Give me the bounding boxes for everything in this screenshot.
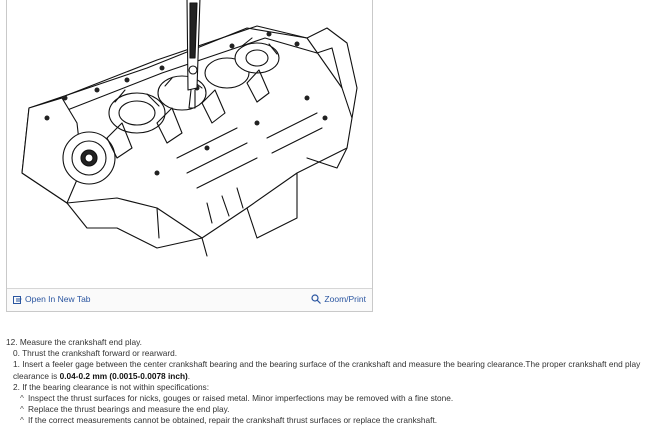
clearance-spec: 0.04-0.2 mm (0.0015-0.0078 inch) (59, 370, 188, 381)
bullet-marker: ^ (20, 415, 24, 426)
step-title: 12. Measure the crankshaft end play. (6, 337, 142, 347)
engine-illustration (7, 0, 372, 288)
bullet-text: Replace the thrust bearings and measure … (28, 404, 230, 415)
substep-0: 0. Thrust the crankshaft forward or rear… (13, 348, 178, 359)
open-in-new-tab-link[interactable]: Open In New Tab (13, 294, 91, 304)
magnifier-icon (311, 294, 322, 304)
substep-2: 2. If the bearing clearance is not withi… (13, 381, 210, 392)
figure-toolbar: Open In New Tab Zoom/Print (7, 288, 372, 311)
external-link-icon (13, 295, 22, 304)
bullet-marker: ^ (20, 404, 24, 415)
bullet-text: Inspect the thrust surfaces for nicks, g… (28, 393, 454, 404)
zoom-print-label: Zoom/Print (324, 294, 366, 304)
bullet-item: ^ Inspect the thrust surfaces for nicks, … (6, 393, 642, 404)
substep-1-end: . (187, 370, 191, 381)
bullet-item: ^ If the correct measurements cannot be o… (6, 415, 642, 426)
bullet-marker: ^ (20, 393, 24, 404)
open-in-new-tab-label: Open In New Tab (25, 294, 91, 304)
bullet-text: If the correct measurements cannot be ob… (28, 415, 438, 426)
substep-1: 1. Insert a feeler gage between the cent… (6, 359, 642, 381)
figure-panel: Open In New Tab Zoom/Print (6, 0, 373, 312)
zoom-print-link[interactable]: Zoom/Print (311, 294, 366, 304)
instructions: 12. Measure the crankshaft end play. 0. … (6, 337, 642, 427)
bullet-item: ^ Replace the thrust bearings and measure… (6, 404, 642, 415)
